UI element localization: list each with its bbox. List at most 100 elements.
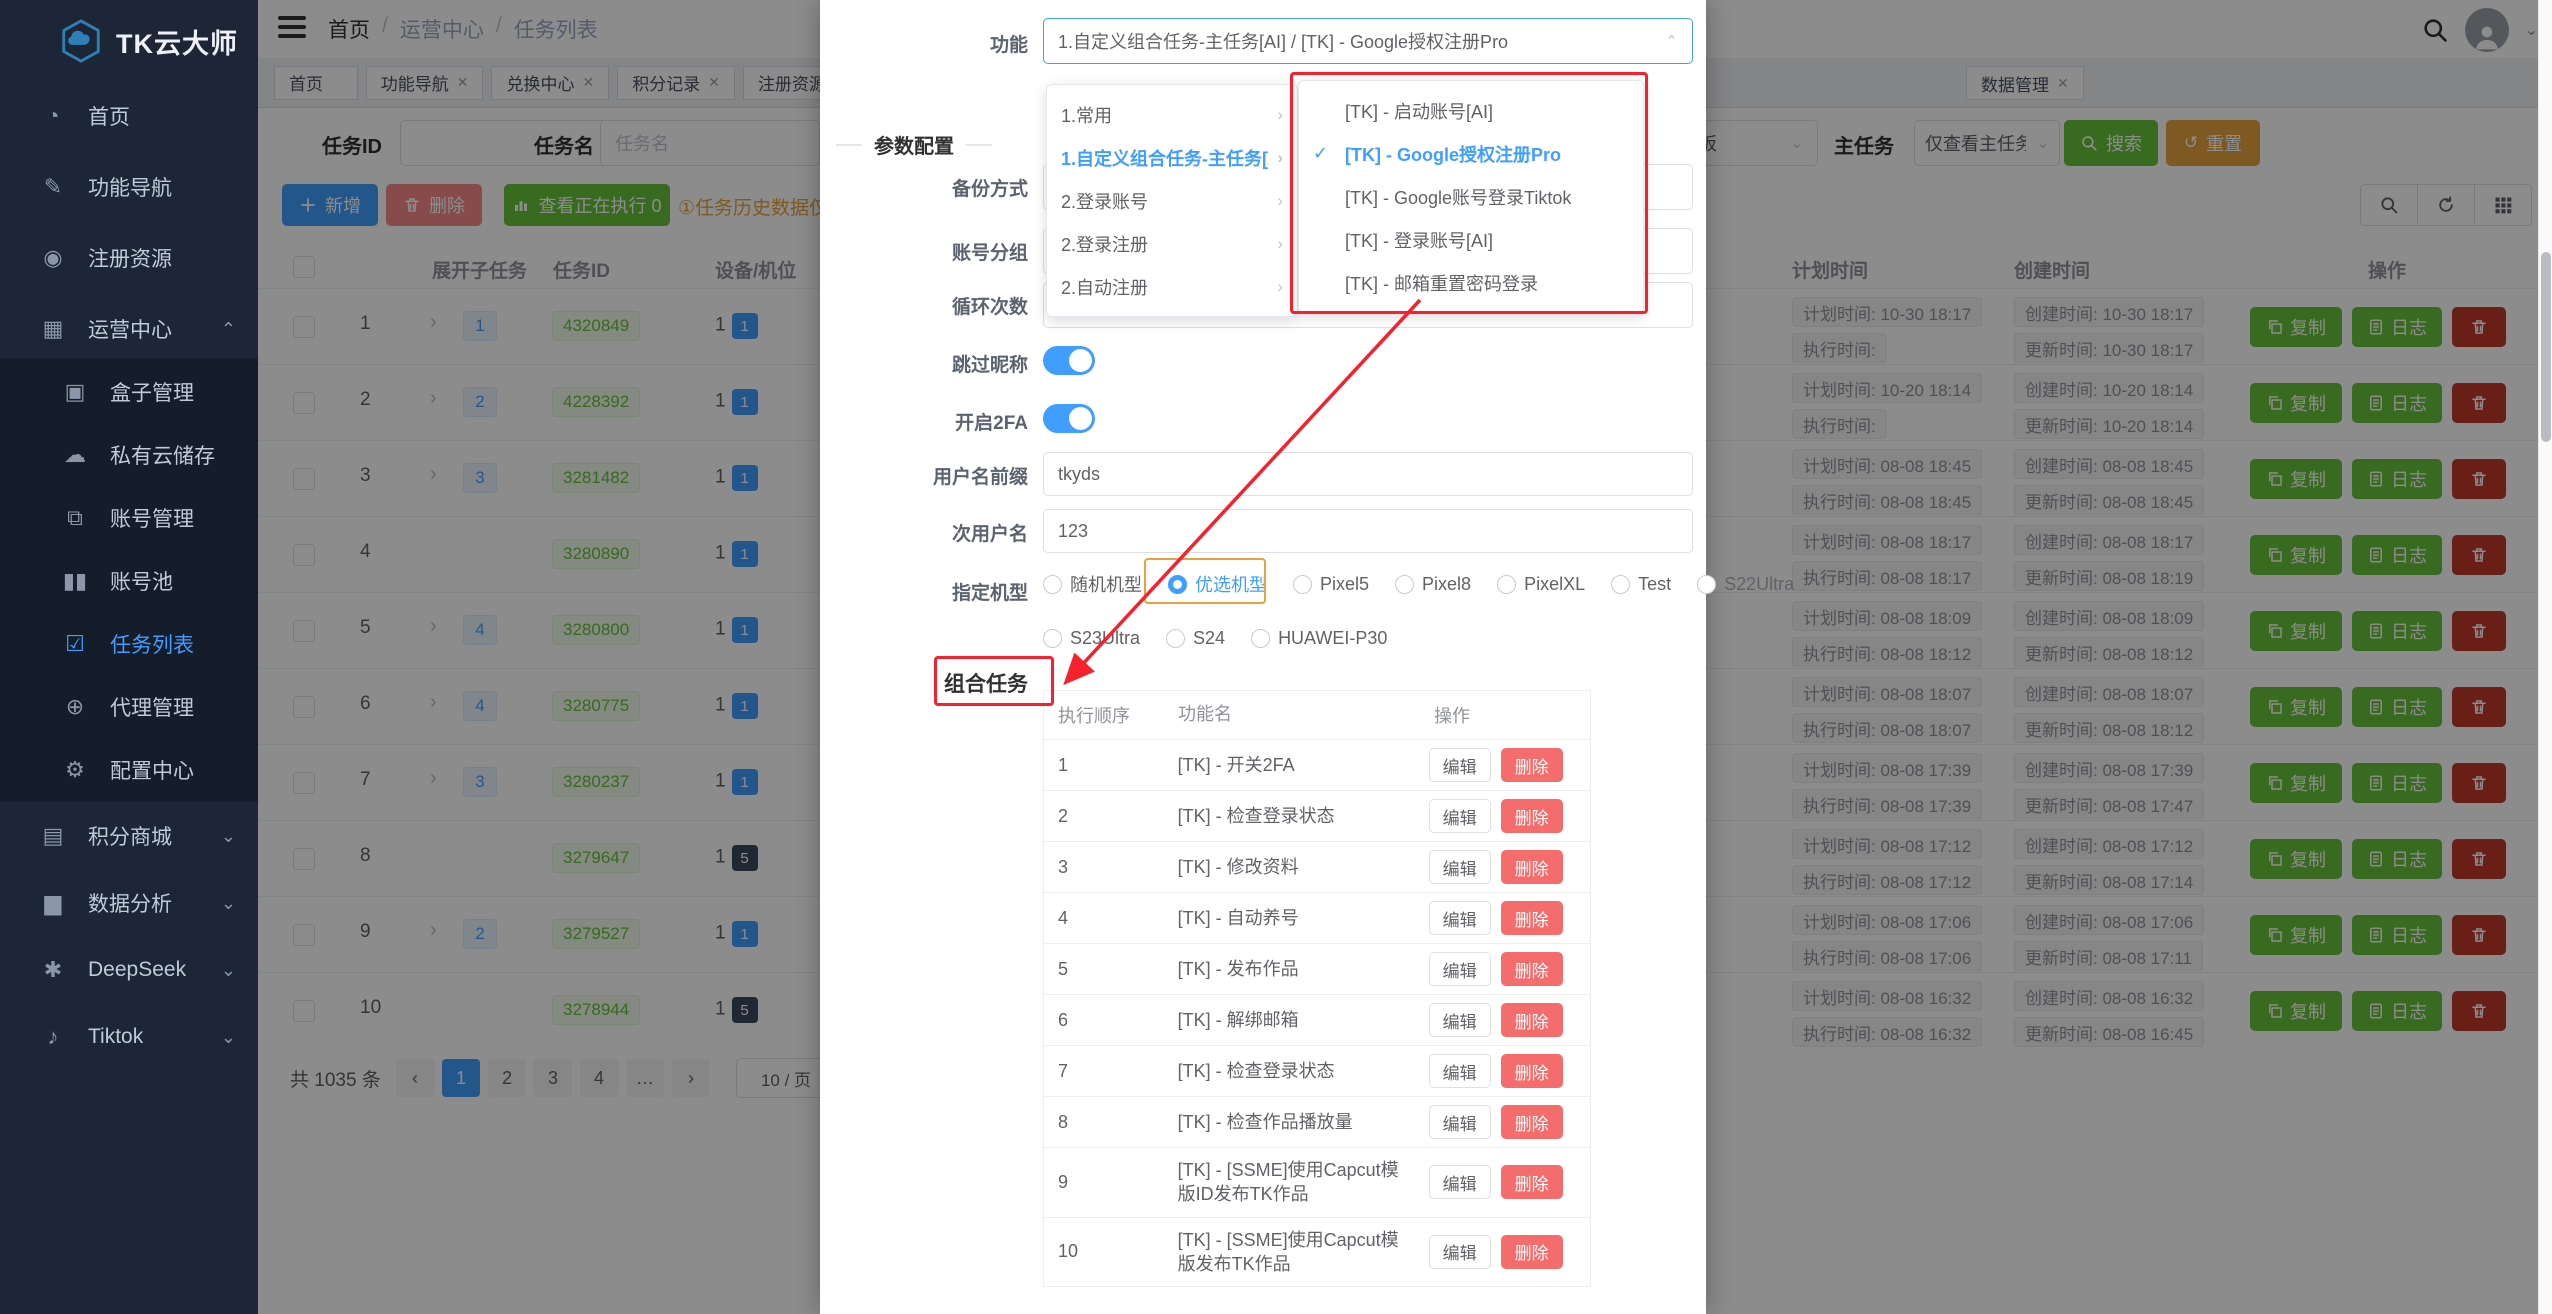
- combo-order: 10: [1044, 1231, 1164, 1272]
- combo-row: 6 [TK] - 解绑邮箱 编辑 删除: [1044, 995, 1590, 1046]
- skip-nickname-toggle[interactable]: [1043, 346, 1095, 375]
- cascade-item[interactable]: 2.登录注册 ›: [1047, 222, 1297, 265]
- cascade-option[interactable]: ✓ [TK] - Google授权注册Pro: [1299, 132, 1643, 175]
- combo-delete-button[interactable]: 删除: [1501, 799, 1563, 833]
- combo-edit-button[interactable]: 编辑: [1429, 1235, 1491, 1269]
- combo-delete-button[interactable]: 删除: [1501, 1235, 1563, 1269]
- cascade-item[interactable]: 1.自定义组合任务-主任务[AI] ›: [1047, 136, 1297, 179]
- sidebar-subitem[interactable]: ⚙ 配置中心: [0, 738, 258, 802]
- device-model-radio[interactable]: 随机机型: [1043, 571, 1142, 597]
- sidebar-item[interactable]: ♪ Tiktok ⌄: [0, 1005, 258, 1069]
- sidebar-item-label: Tiktok: [88, 1025, 143, 1049]
- device-model-radio[interactable]: HUAWEI-P30: [1251, 628, 1387, 649]
- device-model-radio[interactable]: S24: [1166, 628, 1225, 649]
- combo-edit-button[interactable]: 编辑: [1429, 952, 1491, 986]
- combo-row: 2 [TK] - 检查登录状态 编辑 删除: [1044, 791, 1590, 842]
- scrollbar-thumb[interactable]: [2541, 252, 2551, 442]
- sidebar-subitem[interactable]: ☁ 私有云储存: [0, 423, 258, 487]
- combo-task-name: [TK] - 修改资料: [1164, 845, 1419, 889]
- sidebar-subitem-label: 任务列表: [110, 629, 194, 659]
- combo-delete-button[interactable]: 删除: [1501, 1105, 1563, 1139]
- combo-edit-button[interactable]: 编辑: [1429, 1054, 1491, 1088]
- combo-delete-button[interactable]: 删除: [1501, 1003, 1563, 1037]
- sidebar-item[interactable]: ▆ 数据分析 ⌄: [0, 871, 258, 935]
- cascade-menu-level1: 1.常用 › 1.自定义组合任务-主任务[AI] › 2.登录账号 › 2.登录…: [1046, 84, 1298, 317]
- chevron-right-icon: ›: [1277, 105, 1283, 125]
- cascade-menu-level2: ✓ [TK] - 启动账号[AI] ✓ [TK] - Google授权注册Pro…: [1298, 80, 1644, 313]
- chevron-down-icon: ⌄: [221, 893, 236, 914]
- combo-row: 7 [TK] - 检查登录状态 编辑 删除: [1044, 1046, 1590, 1097]
- chevron-right-icon: ›: [1277, 191, 1283, 211]
- check-icon: ✓: [1313, 143, 1337, 164]
- sidebar-subitem[interactable]: ⊕ 代理管理: [0, 675, 258, 739]
- device-model-radio[interactable]: S23Ultra: [1043, 628, 1140, 649]
- combo-delete-button[interactable]: 删除: [1501, 1054, 1563, 1088]
- sidebar-item[interactable]: ▤ 积分商城 ⌄: [0, 804, 258, 868]
- combo-task-name: [TK] - 检查作品播放量: [1164, 1100, 1419, 1144]
- sidebar-item-icon: ▆: [38, 890, 68, 916]
- sidebar-item-label: 积分商城: [88, 821, 172, 851]
- combo-row: 8 [TK] - 检查作品播放量 编辑 删除: [1044, 1097, 1590, 1148]
- combo-delete-button[interactable]: 删除: [1501, 901, 1563, 935]
- cascade-item[interactable]: 1.常用 ›: [1047, 93, 1297, 136]
- device-model-radio[interactable]: 优选机型: [1168, 571, 1267, 597]
- combo-edit-button[interactable]: 编辑: [1429, 901, 1491, 935]
- combo-edit-button[interactable]: 编辑: [1429, 1003, 1491, 1037]
- radio-icon: [1697, 575, 1716, 594]
- combo-edit-button[interactable]: 编辑: [1429, 748, 1491, 782]
- sidebar-item[interactable]: ✱ DeepSeek ⌄: [0, 938, 258, 1002]
- section-divider: 参数配置: [836, 130, 992, 159]
- sidebar-item-icon: ✎: [38, 174, 68, 200]
- combo-task-name: [TK] - [SSME]使用Capcut模版ID发布TK作品: [1164, 1148, 1419, 1217]
- combo-row: 4 [TK] - 自动养号 编辑 删除: [1044, 893, 1590, 944]
- sidebar-subitem[interactable]: ☑ 任务列表: [0, 612, 258, 676]
- device-model-radio[interactable]: Pixel5: [1293, 574, 1369, 595]
- combo-edit-button[interactable]: 编辑: [1429, 799, 1491, 833]
- combo-delete-button[interactable]: 删除: [1501, 952, 1563, 986]
- sidebar-item-label: DeepSeek: [88, 958, 186, 982]
- sidebar-subitem-label: 账号管理: [110, 503, 194, 533]
- device-model-radio[interactable]: PixelXL: [1497, 574, 1585, 595]
- combo-delete-button[interactable]: 删除: [1501, 748, 1563, 782]
- secondary-username-label: 次用户名: [856, 519, 1028, 546]
- cascade-option[interactable]: ✓ [TK] - 邮箱重置密码登录: [1299, 261, 1643, 304]
- chevron-down-icon: ⌄: [221, 1027, 236, 1048]
- combo-delete-button[interactable]: 删除: [1501, 850, 1563, 884]
- page-scrollbar[interactable]: [2538, 0, 2552, 1314]
- sidebar-item-label: 首页: [88, 101, 130, 131]
- section-title: 参数配置: [874, 130, 954, 159]
- cascade-option[interactable]: ✓ [TK] - 登录账号[AI]: [1299, 218, 1643, 261]
- cascade-option[interactable]: ✓ [TK] - Google账号登录Tiktok: [1299, 175, 1643, 218]
- chevron-up-icon: ⌃: [1665, 32, 1678, 50]
- combo-edit-button[interactable]: 编辑: [1429, 1105, 1491, 1139]
- radio-icon: [1043, 629, 1062, 648]
- combo-delete-button[interactable]: 删除: [1501, 1165, 1563, 1199]
- sidebar-item[interactable]: ✎ 功能导航: [0, 155, 258, 219]
- cascade-option[interactable]: ✓ [TK] - 启动账号[AI]: [1299, 89, 1643, 132]
- cascade-item[interactable]: 2.登录账号 ›: [1047, 179, 1297, 222]
- sidebar-item[interactable]: ◔ 首页: [0, 84, 258, 148]
- sidebar-subitem[interactable]: ⧉ 账号管理: [0, 486, 258, 550]
- cascade-item[interactable]: 2.自动注册 ›: [1047, 265, 1297, 308]
- sidebar-subitem-icon: ☑: [60, 631, 90, 657]
- sidebar-item-label: 功能导航: [88, 172, 172, 202]
- combo-edit-button[interactable]: 编辑: [1429, 1165, 1491, 1199]
- device-model-radio[interactable]: Test: [1611, 574, 1671, 595]
- sidebar-subitem[interactable]: ▣ 盒子管理: [0, 360, 258, 424]
- combo-col-name: 功能名: [1164, 691, 1420, 739]
- enable-2fa-toggle[interactable]: [1043, 404, 1095, 433]
- device-model-radio[interactable]: Pixel8: [1395, 574, 1471, 595]
- sidebar-subitem[interactable]: ▮▮ 账号池: [0, 549, 258, 613]
- secondary-username-input[interactable]: 123: [1043, 509, 1693, 553]
- radio-icon: [1497, 575, 1516, 594]
- username-prefix-input[interactable]: tkyds: [1043, 452, 1693, 496]
- device-model-radio[interactable]: S22Ultra: [1697, 574, 1794, 595]
- function-select[interactable]: 1.自定义组合任务-主任务[AI] / [TK] - Google授权注册Pro…: [1043, 18, 1693, 64]
- combo-order: 9: [1044, 1162, 1164, 1203]
- combo-edit-button[interactable]: 编辑: [1429, 850, 1491, 884]
- sidebar-subitem-label: 账号池: [110, 566, 173, 596]
- sidebar-item[interactable]: ▦ 运营中心 ⌃: [0, 297, 258, 361]
- sidebar-item[interactable]: ◉ 注册资源: [0, 226, 258, 290]
- loop-count-label: 循环次数: [856, 292, 1028, 319]
- combo-task-label: 组合任务: [856, 668, 1028, 698]
